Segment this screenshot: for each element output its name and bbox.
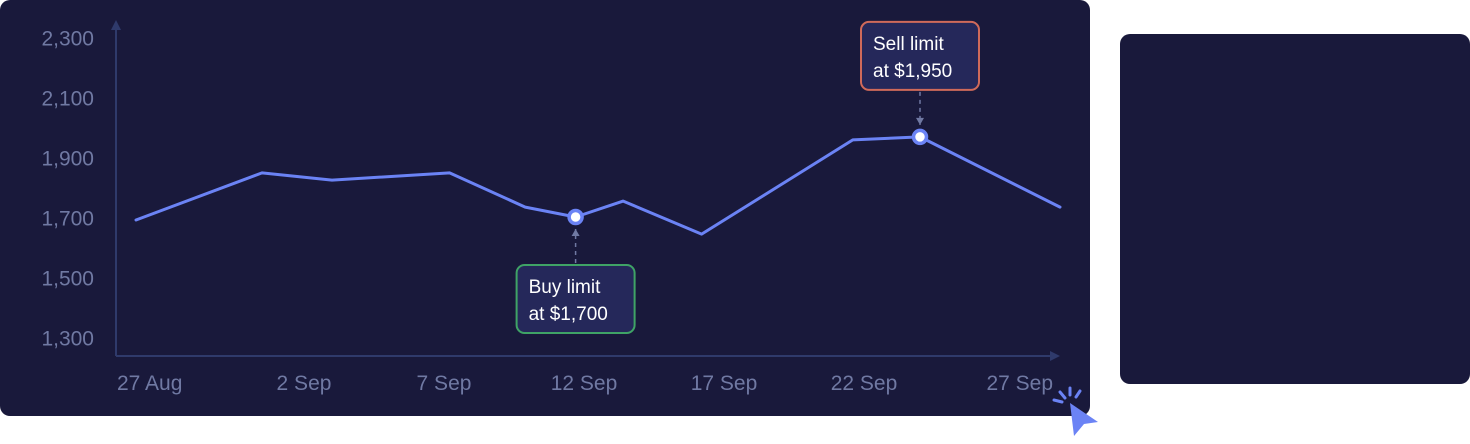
annotation-text: Buy limit — [529, 277, 602, 298]
side-panel — [1120, 34, 1470, 384]
chart-panel: 2,300 2,100 1,900 1,700 1,500 1,300 27 Aug 2 Se… — [0, 0, 1090, 416]
x-tick-label: 27 Aug — [117, 372, 182, 395]
y-tick-label: 2,100 — [41, 88, 94, 111]
annotation-arrowhead — [571, 229, 580, 236]
annotation-text: at $1,950 — [873, 61, 952, 82]
y-axis-arrow — [111, 20, 121, 30]
series-line — [134, 135, 1062, 236]
annotation-text: Sell limit — [873, 34, 944, 55]
annotation-marker — [567, 208, 584, 226]
x-tick-label: 7 Sep — [417, 372, 472, 395]
y-tick-label: 2,300 — [41, 28, 94, 51]
annotation-text: at $1,700 — [529, 304, 608, 325]
x-tick-label: 2 Sep — [277, 372, 332, 395]
pointer-click-icon — [1052, 386, 1098, 436]
x-axis-arrow — [1050, 351, 1060, 361]
y-tick-label: 1,900 — [41, 148, 94, 171]
x-tick-label: 27 Sep — [986, 372, 1053, 395]
y-tick-label: 1,300 — [41, 328, 94, 351]
x-tick-label: 17 Sep — [691, 372, 758, 395]
y-tick-label: 1,500 — [41, 268, 94, 291]
annotation-marker — [911, 128, 929, 146]
x-tick-label: 22 Sep — [831, 372, 898, 395]
line-chart: 2,300 2,100 1,900 1,700 1,500 1,300 27 Aug 2 Se… — [41, 20, 1062, 395]
y-tick-label: 1,700 — [41, 208, 94, 231]
x-tick-label: 12 Sep — [551, 372, 618, 395]
annotation-arrowhead — [916, 117, 924, 125]
